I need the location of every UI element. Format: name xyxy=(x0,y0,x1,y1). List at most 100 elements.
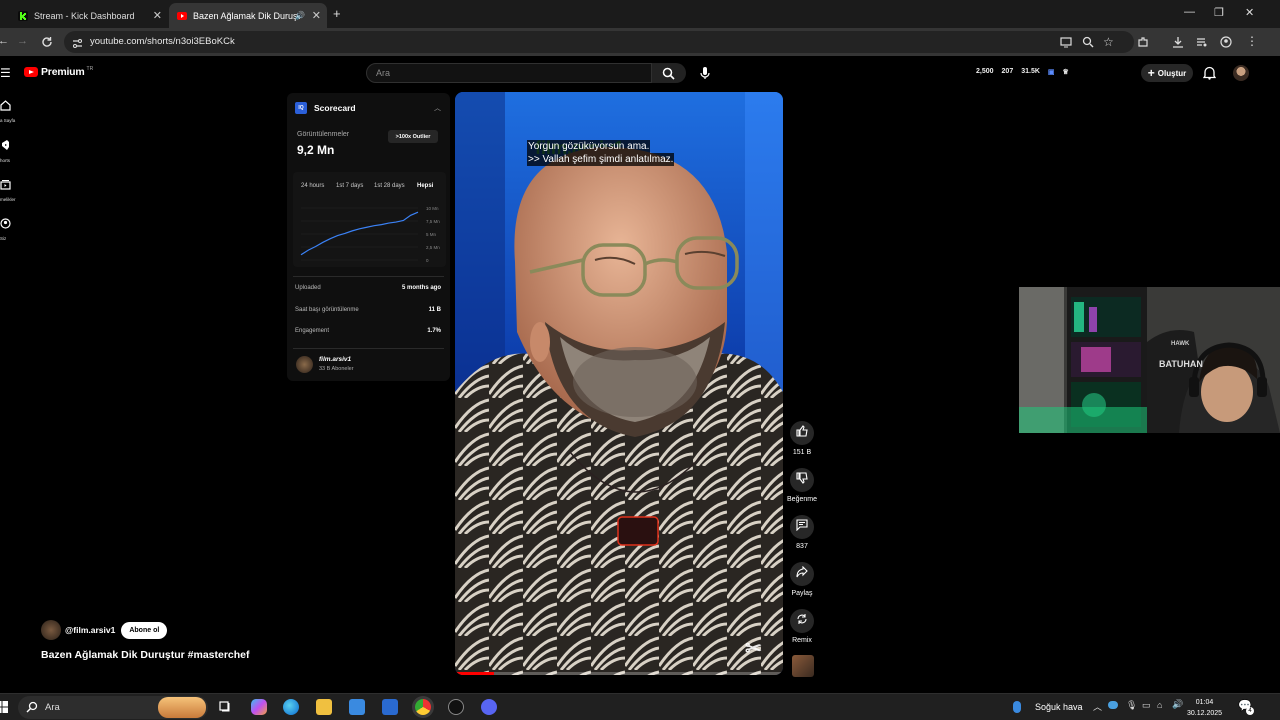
search-input[interactable]: Ara xyxy=(366,63,652,83)
network-icon[interactable]: ⌂ xyxy=(1157,700,1162,710)
site-info-icon[interactable] xyxy=(72,36,83,54)
channel-handle[interactable]: @film.arsiv1 xyxy=(65,625,115,635)
restore-icon[interactable]: ❐ xyxy=(1214,6,1224,19)
onedrive-icon[interactable] xyxy=(1108,701,1118,709)
sidebar-item-home[interactable]: a Sayfa xyxy=(0,98,20,123)
channel-name[interactable]: film.arsiv1 xyxy=(319,356,351,363)
scorecard-header[interactable]: IQ Scorecard xyxy=(295,102,356,114)
svg-text:HAWK: HAWK xyxy=(1171,341,1190,347)
like-button[interactable]: 151 B xyxy=(786,421,818,456)
comments-button[interactable]: 837 xyxy=(786,515,818,550)
trophy-icon[interactable]: ♕ xyxy=(1063,68,1069,76)
logo-text: Premium xyxy=(41,66,85,78)
media-control-icon[interactable] xyxy=(1196,35,1210,49)
browser-menu-icon[interactable]: ⋮ xyxy=(1246,34,1260,48)
store-icon[interactable] xyxy=(349,699,365,715)
volume-icon[interactable]: 🔊 xyxy=(1172,699,1183,710)
taskbar-search-icon xyxy=(26,701,38,716)
audio-playing-icon[interactable]: 🔊 xyxy=(295,11,305,20)
collapse-chevron-icon[interactable]: ︿ xyxy=(434,103,441,113)
mic-tray-icon[interactable]: 🎙 xyxy=(1126,700,1137,711)
logo-country: TR xyxy=(86,66,94,72)
chrome-icon[interactable] xyxy=(415,699,431,715)
sidebar-item-subscriptions[interactable]: melikler xyxy=(0,177,20,202)
search-placeholder: Ara xyxy=(376,68,391,78)
tab-label: Stream - Kick Dashboard xyxy=(34,10,135,21)
discord-icon[interactable] xyxy=(481,699,497,715)
youtube-premium-logo[interactable]: Premium TR xyxy=(24,66,93,78)
subtitle-line: Yorgun gözüküyorsun ama. xyxy=(527,140,651,153)
address-bar[interactable]: youtube.com/shorts/n3oi3EBoKCk xyxy=(64,31,1134,53)
plus-icon: + xyxy=(1147,66,1155,80)
copilot-icon[interactable] xyxy=(251,699,267,715)
forward-icon[interactable]: → xyxy=(17,35,31,49)
file-explorer-icon[interactable] xyxy=(316,699,332,715)
window-close-icon[interactable]: ✕ xyxy=(1245,6,1254,19)
share-button[interactable]: Paylaş xyxy=(786,562,818,597)
sidebar-label: a Sayfa xyxy=(0,118,16,123)
youtube-icon xyxy=(177,11,187,21)
tab-kick-dashboard[interactable]: Stream - Kick Dashboard ✕ xyxy=(10,3,168,28)
kick-icon xyxy=(18,10,28,21)
profile-icon[interactable] xyxy=(1220,35,1234,49)
back-icon[interactable]: ← xyxy=(0,35,12,49)
search-button[interactable] xyxy=(652,63,686,83)
sidebar-item-shorts[interactable]: horts xyxy=(0,138,20,163)
subscribe-button[interactable]: Abone ol xyxy=(121,621,168,639)
sound-thumbnail[interactable] xyxy=(792,655,814,677)
subtitle-line: >> Vallah şefim şimdi anlatılmaz. xyxy=(527,153,675,166)
channel-avatar[interactable] xyxy=(296,356,313,373)
obs-icon[interactable] xyxy=(448,699,464,715)
cast-icon[interactable] xyxy=(1060,35,1074,49)
remix-button[interactable]: Remix xyxy=(786,609,818,644)
you-icon xyxy=(0,216,11,233)
voice-search-button[interactable] xyxy=(696,63,714,83)
battery-icon[interactable]: ▭ xyxy=(1142,700,1151,711)
sidebar-item-you[interactable]: Siz xyxy=(0,216,20,241)
tray-chevron-icon[interactable]: ︿ xyxy=(1093,700,1102,713)
shorts-icon xyxy=(0,138,11,155)
download-icon[interactable] xyxy=(1172,35,1186,49)
create-button[interactable]: + Oluştur xyxy=(1141,64,1193,82)
hamburger-menu-icon[interactable]: ☰ xyxy=(0,66,11,80)
reload-icon[interactable] xyxy=(41,35,55,49)
account-avatar[interactable] xyxy=(1233,65,1249,81)
zoom-icon[interactable] xyxy=(1082,35,1096,49)
bookmark-star-icon[interactable]: ☆ xyxy=(1103,35,1117,49)
dislike-label: Beğenme xyxy=(787,496,817,503)
metric-value: 5 months ago xyxy=(401,285,441,291)
new-tab-icon[interactable]: + xyxy=(333,6,341,21)
outlook-icon[interactable] xyxy=(382,699,398,715)
edge-icon[interactable] xyxy=(283,699,299,715)
extension-stats: 2,500 207 31.5K ▣ ♕ xyxy=(976,68,1069,76)
metric-label: Uploaded xyxy=(295,285,321,291)
stat-value: 207 xyxy=(1001,68,1014,75)
video-progress-bar[interactable] xyxy=(455,672,783,675)
url-text[interactable]: youtube.com/shorts/n3oi3EBoKCk xyxy=(90,36,235,47)
taskbar-search[interactable]: Ara xyxy=(18,696,208,719)
divider xyxy=(293,348,444,349)
clock-time: 01:04 xyxy=(1195,699,1214,706)
close-tab-icon[interactable]: ✕ xyxy=(312,9,321,22)
weather-widget[interactable]: Soğuk hava xyxy=(1013,701,1083,713)
taskbar-clock[interactable]: 01:04 30.12.2025 xyxy=(1187,697,1222,719)
outlier-badge: >100x Outlier xyxy=(388,130,438,143)
windows-start-icon[interactable] xyxy=(0,700,8,718)
svg-text:✂: ✂ xyxy=(745,638,762,660)
minimize-icon[interactable]: — xyxy=(1184,6,1195,18)
extensions-icon[interactable] xyxy=(1137,35,1151,49)
dislike-button[interactable]: Beğenme xyxy=(786,468,818,503)
comment-count: 837 xyxy=(796,543,808,550)
task-view-icon[interactable] xyxy=(218,699,234,715)
notifications-icon[interactable] xyxy=(1202,66,1217,80)
subscriptions-icon xyxy=(0,177,11,194)
extension-logo-icon[interactable]: ▣ xyxy=(1048,68,1055,76)
shorts-video-player[interactable]: film.arsiv1 ✂ Yorgun gözüküyorsun ama. >… xyxy=(455,92,783,675)
tab-label: Bazen Ağlamak Dik Duruşt xyxy=(193,10,301,21)
views-value: 9,2 Mn xyxy=(297,143,335,157)
tab-youtube-short[interactable]: Bazen Ağlamak Dik Duruşt 🔊 ✕ xyxy=(169,3,327,28)
channel-avatar[interactable] xyxy=(41,620,61,640)
close-tab-icon[interactable]: ✕ xyxy=(153,9,162,22)
clock-date: 30.12.2025 xyxy=(1187,710,1223,717)
sidebar-label: horts xyxy=(0,158,11,163)
